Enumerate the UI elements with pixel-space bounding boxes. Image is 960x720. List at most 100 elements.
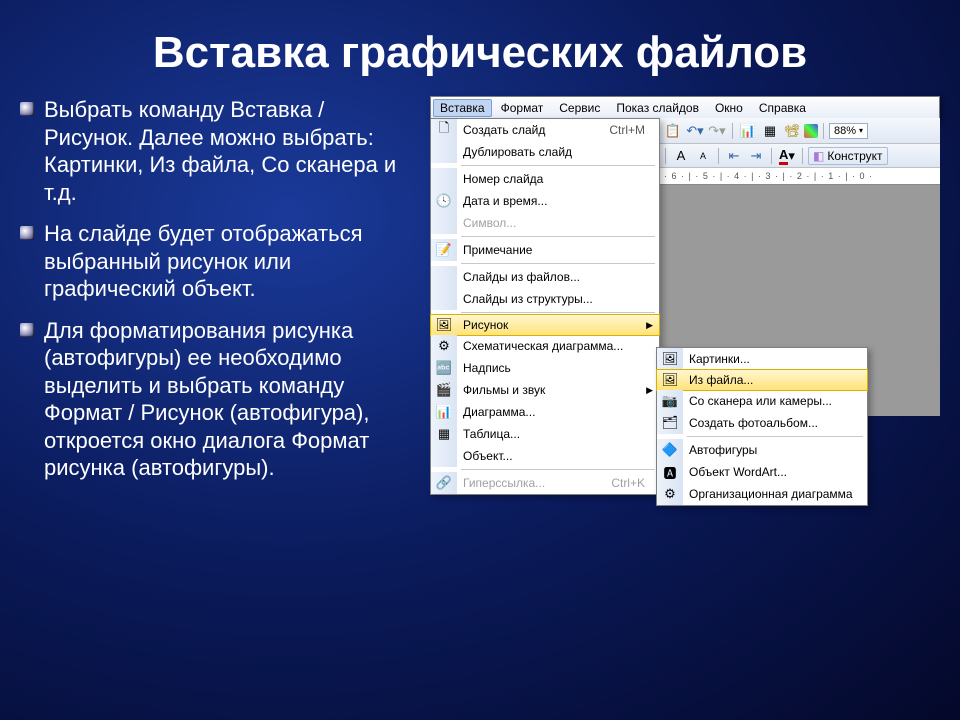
- picture-submenu: 🖼Картинки...🖼Из файла...📷Со сканера или …: [656, 347, 868, 506]
- picture-menu-item-icon: ⚙: [657, 483, 683, 505]
- picture-menu-item-label: Создать фотоальбом...: [683, 416, 863, 430]
- insert-menu-item-icon: 🔗: [431, 472, 457, 494]
- insert-menu-separator: [461, 312, 655, 313]
- redo-icon[interactable]: ↷▾: [707, 121, 727, 141]
- insert-menu-item-label: Номер слайда: [457, 172, 655, 186]
- insert-menu-item-icon: [431, 141, 457, 163]
- insert-menu-item[interactable]: Объект...: [431, 445, 659, 467]
- picture-menu-item[interactable]: 🔷Автофигуры: [657, 439, 867, 461]
- menubar-service[interactable]: Сервис: [552, 99, 607, 117]
- menubar-slideshow[interactable]: Показ слайдов: [609, 99, 706, 117]
- bullet-list: Выбрать команду Вставка / Рисунок. Далее…: [20, 96, 416, 496]
- indent-inc-icon[interactable]: ⇥: [746, 146, 766, 166]
- designer-icon: ◧: [813, 149, 824, 163]
- insert-menu-item: 🔗Гиперссылка...Ctrl+K: [431, 472, 659, 494]
- insert-menu-item-icon: 🖼: [431, 314, 457, 336]
- picture-menu-item[interactable]: 🅰Объект WordArt...: [657, 461, 867, 483]
- picture-menu-item[interactable]: ⚙Организационная диаграмма: [657, 483, 867, 505]
- chart-icon[interactable]: 📊: [738, 121, 758, 141]
- bullet-text: Для форматирования рисунка (автофигуры) …: [44, 317, 416, 482]
- insert-menu-item-label: Рисунок: [457, 318, 655, 332]
- insert-menu-item-icon: 📊: [431, 401, 457, 423]
- designer-button[interactable]: ◧ Конструкт: [808, 147, 888, 165]
- insert-menu-item[interactable]: 🎬Фильмы и звук▶: [431, 379, 659, 401]
- insert-menu-item-icon: [431, 168, 457, 190]
- insert-menu-item[interactable]: Дублировать слайд: [431, 141, 659, 163]
- picture-menu-item[interactable]: 📷Со сканера или камеры...: [657, 390, 867, 412]
- bullet-text: На слайде будет отображаться выбранный р…: [44, 220, 416, 303]
- menubar-help[interactable]: Справка: [752, 99, 813, 117]
- insert-menu-item-icon: [431, 445, 457, 467]
- insert-menu-item-label: Дата и время...: [457, 194, 655, 208]
- insert-menu-item-label: Надпись: [457, 361, 655, 375]
- picture-menu-item-label: Организационная диаграмма: [683, 487, 863, 501]
- picture-menu-item-icon: 🖼: [657, 369, 683, 391]
- menubar-insert[interactable]: Вставка: [433, 99, 492, 117]
- insert-menu-item[interactable]: Номер слайда: [431, 168, 659, 190]
- font-size-dec-icon[interactable]: A: [671, 146, 691, 166]
- menubar-window[interactable]: Окно: [708, 99, 750, 117]
- insert-menu-item-label: Примечание: [457, 243, 655, 257]
- picture-menu-item-label: Объект WordArt...: [683, 465, 863, 479]
- bullet-item: Выбрать команду Вставка / Рисунок. Далее…: [20, 96, 416, 206]
- insert-menu-item-icon: [431, 212, 457, 234]
- insert-menu-item-shortcut: Ctrl+K: [611, 476, 655, 490]
- slide-title: Вставка графических файлов: [0, 0, 960, 96]
- insert-menu-separator: [461, 469, 655, 470]
- insert-menu-separator: [461, 236, 655, 237]
- insert-menu-item[interactable]: Слайды из структуры...: [431, 288, 659, 310]
- insert-menu-item-label: Создать слайд: [457, 123, 609, 137]
- insert-menu-item-icon: [431, 288, 457, 310]
- insert-menu-item[interactable]: Слайды из файлов...: [431, 266, 659, 288]
- picture-menu-item[interactable]: 🖼Картинки...: [657, 348, 867, 370]
- picture-menu-item[interactable]: 🗂Создать фотоальбом...: [657, 412, 867, 434]
- picture-menu-item-icon: 🖼: [657, 348, 683, 370]
- font-color-icon[interactable]: A▾: [777, 146, 797, 166]
- insert-menu-item[interactable]: ⚙Схематическая диаграмма...: [431, 335, 659, 357]
- insert-menu-item[interactable]: 🖼Рисунок▶: [430, 314, 660, 336]
- bullet-item: Для форматирования рисунка (автофигуры) …: [20, 317, 416, 482]
- insert-menu-item-label: Слайды из структуры...: [457, 292, 655, 306]
- font-size-inc-icon[interactable]: A: [693, 146, 713, 166]
- insert-menu-item-label: Фильмы и звук: [457, 383, 655, 397]
- insert-menu-item-label: Таблица...: [457, 427, 655, 441]
- insert-menu-item-label: Слайды из файлов...: [457, 270, 655, 284]
- insert-menu-item-label: Гиперссылка...: [457, 476, 611, 490]
- picture-menu-item-label: Картинки...: [683, 352, 863, 366]
- insert-menu-item[interactable]: ▦Таблица...: [431, 423, 659, 445]
- show-icon[interactable]: 📽: [782, 121, 802, 141]
- insert-menu-item-icon: ▦: [431, 423, 457, 445]
- insert-menu-item[interactable]: 🔤Надпись: [431, 357, 659, 379]
- picture-menu-item-icon: 🔷: [657, 439, 683, 461]
- insert-menu-item-label: Диаграмма...: [457, 405, 655, 419]
- picture-menu-separator: [687, 436, 863, 437]
- indent-dec-icon[interactable]: ⇤: [724, 146, 744, 166]
- zoom-selector[interactable]: 88%▾: [829, 123, 868, 139]
- color-icon[interactable]: [804, 124, 818, 138]
- picture-menu-item-icon: 🅰: [657, 461, 683, 483]
- picture-menu-item-label: Со сканера или камеры...: [683, 394, 863, 408]
- menubar-format[interactable]: Формат: [494, 99, 551, 117]
- table-icon[interactable]: ▦: [760, 121, 780, 141]
- insert-menu-item[interactable]: 🗋Создать слайдCtrl+M: [431, 119, 659, 141]
- picture-menu-item-label: Автофигуры: [683, 443, 863, 457]
- insert-menu-item-label: Символ...: [457, 216, 655, 230]
- picture-menu-item[interactable]: 🖼Из файла...: [656, 369, 868, 391]
- bullet-item: На слайде будет отображаться выбранный р…: [20, 220, 416, 303]
- horizontal-ruler: · 6 · | · 5 · | · 4 · | · 3 · | · 2 · | …: [660, 168, 940, 185]
- insert-menu-item-icon: ⚙: [431, 335, 457, 357]
- paste-icon[interactable]: 📋: [663, 121, 683, 141]
- bullet-icon: [20, 102, 34, 116]
- toolbar-standard: 📋 ↶▾ ↷▾ 📊 ▦ 📽 88%▾: [660, 118, 940, 144]
- insert-menu-item-shortcut: Ctrl+M: [609, 123, 655, 137]
- bullet-text: Выбрать команду Вставка / Рисунок. Далее…: [44, 96, 416, 206]
- insert-menu-item[interactable]: 🕓Дата и время...: [431, 190, 659, 212]
- picture-menu-item-label: Из файла...: [683, 373, 863, 387]
- insert-menu-item-icon: [431, 266, 457, 288]
- insert-menu-separator: [461, 263, 655, 264]
- insert-menu-item[interactable]: 📝Примечание: [431, 239, 659, 261]
- insert-menu-separator: [461, 165, 655, 166]
- insert-menu-item[interactable]: 📊Диаграмма...: [431, 401, 659, 423]
- undo-icon[interactable]: ↶▾: [685, 121, 705, 141]
- bullet-icon: [20, 323, 34, 337]
